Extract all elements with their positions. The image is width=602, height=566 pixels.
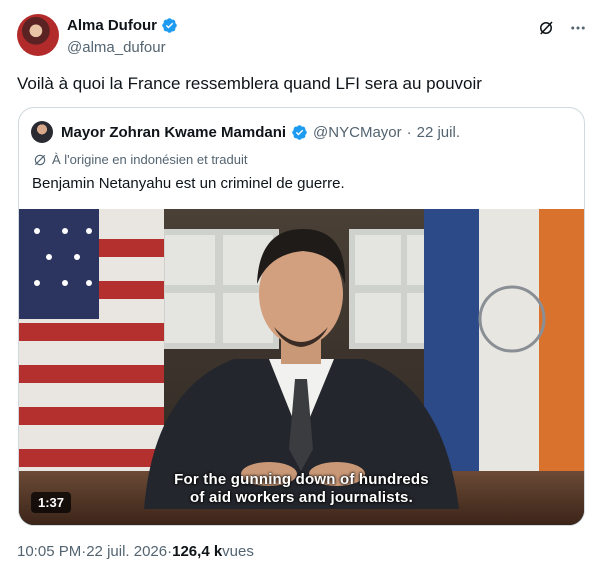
- quoted-date[interactable]: 22 juil.: [417, 124, 460, 141]
- author-handle[interactable]: @alma_dufour: [67, 39, 166, 56]
- tweet-header: Alma Dufour @alma_dufour: [17, 14, 587, 60]
- avatar[interactable]: [17, 14, 59, 56]
- views-label: vues: [222, 543, 254, 560]
- more-icon[interactable]: [569, 19, 587, 37]
- tweet-time[interactable]: 10:05 PM: [17, 543, 81, 560]
- verified-badge-icon: [162, 18, 177, 33]
- grok-icon[interactable]: [537, 19, 555, 37]
- tweet-date[interactable]: 22 juil. 2026: [86, 543, 167, 560]
- quoted-text: Benjamin Netanyahu est un criminel de gu…: [32, 175, 345, 192]
- tweet-meta: 10:05 PM · 22 juil. 2026 · 126,4 k vues: [17, 543, 254, 560]
- tweet-text: Voilà à quoi la France ressemblera quand…: [17, 74, 482, 93]
- top-actions: [537, 19, 587, 37]
- separator-dot: ·: [406, 123, 412, 141]
- video-subtitle-line1: For the gunning down of hundreds: [174, 471, 429, 488]
- quoted-handle[interactable]: @NYCMayor: [313, 124, 402, 141]
- verified-badge-icon: [292, 124, 307, 140]
- author-display-name[interactable]: Alma Dufour: [67, 17, 157, 34]
- translation-note-text: À l'origine en indonésien et traduit: [52, 152, 248, 167]
- translate-icon: [34, 154, 46, 165]
- video-subtitle-line2: of aid workers and journalists.: [190, 489, 413, 506]
- quoted-display-name[interactable]: Mayor Zohran Kwame Mamdani: [61, 124, 286, 141]
- quoted-avatar[interactable]: [31, 121, 53, 143]
- quoted-tweet[interactable]: Mayor Zohran Kwame Mamdani @NYCMayor · 2…: [18, 107, 585, 526]
- author-name-row: Alma Dufour: [67, 17, 178, 34]
- translation-note: À l'origine en indonésien et traduit: [33, 152, 247, 167]
- views-count: 126,4 k: [172, 543, 223, 560]
- video-player[interactable]: For the gunning down of hundreds of aid …: [19, 209, 584, 525]
- video-duration-badge: 1:37: [31, 492, 72, 513]
- quoted-header: Mayor Zohran Kwame Mamdani @NYCMayor · 2…: [31, 121, 460, 143]
